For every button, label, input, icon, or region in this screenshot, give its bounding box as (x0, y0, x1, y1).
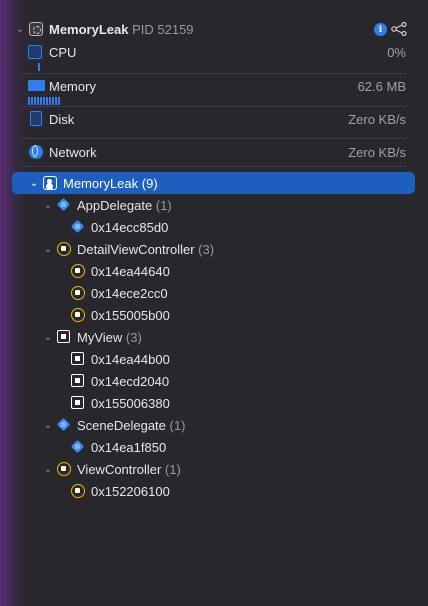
tree-group-label: MyView (3) (77, 330, 142, 345)
tree-root-count: (9) (141, 175, 158, 191)
tree-instance-row[interactable]: 0x14ece2cc0 (0, 282, 428, 304)
tree-group-label: DetailViewController (3) (77, 242, 214, 257)
object-icon (57, 242, 71, 256)
instance-address: 0x14ecd2040 (91, 373, 170, 389)
instance-address: 0x14ea1f850 (91, 439, 167, 455)
swift-class-icon (71, 440, 85, 454)
tree-group-label: ViewController (1) (77, 462, 181, 477)
group-name: AppDelegate (77, 197, 153, 213)
object-icon (71, 286, 85, 300)
network-label: Network (49, 144, 97, 160)
chevron-down-icon[interactable]: ⌄ (15, 24, 25, 35)
tree-group-row[interactable]: ⌄ MyView (3) (0, 326, 428, 348)
instance-address: 0x155005b00 (91, 307, 170, 323)
instance-address: 0x14ecc85d0 (91, 219, 169, 235)
view-icon (57, 330, 70, 343)
tree-root-label: MemoryLeak (9) (63, 176, 158, 191)
tree-instance-row[interactable]: 0x14ea44b00 (0, 348, 428, 370)
chevron-down-icon[interactable]: ⌄ (43, 332, 53, 343)
network-globe-icon (29, 145, 43, 159)
disk-gauge-row[interactable]: Disk Zero KB/s (0, 108, 428, 130)
info-icon[interactable]: i (374, 23, 387, 36)
instance-address: 0x155006380 (91, 395, 170, 411)
chevron-down-icon[interactable]: ⌄ (43, 464, 53, 475)
view-icon (71, 352, 84, 365)
tree-group-label: AppDelegate (1) (77, 198, 172, 213)
view-icon (71, 396, 84, 409)
tree-root-name: MemoryLeak (63, 175, 139, 191)
group-name: ViewController (77, 461, 162, 477)
swift-class-icon (71, 220, 85, 234)
object-icon (71, 264, 85, 278)
disk-value: Zero KB/s (348, 111, 406, 127)
tree-group-label: SceneDelegate (1) (77, 418, 185, 433)
object-icon (57, 462, 71, 476)
memory-label: Memory (49, 78, 96, 94)
object-icon (71, 484, 85, 498)
divider (22, 166, 406, 167)
tree-instance-row[interactable]: 0x152206100 (0, 480, 428, 502)
divider (22, 106, 406, 107)
process-pid: PID 52159 (132, 21, 194, 37)
group-count: (3) (198, 241, 215, 257)
tree-instance-row[interactable]: 0x14ea44640 (0, 260, 428, 282)
swift-class-icon (57, 418, 71, 432)
memory-gauge-row[interactable]: Memory 62.6 MB (0, 75, 428, 97)
group-name: MyView (77, 329, 123, 345)
cpu-label: CPU (49, 44, 77, 60)
cpu-icon (28, 45, 42, 59)
group-name: DetailViewController (77, 241, 195, 257)
object-icon (71, 308, 85, 322)
chevron-down-icon[interactable]: ⌄ (29, 178, 39, 189)
group-name: SceneDelegate (77, 417, 166, 433)
app-icon (29, 22, 43, 36)
network-gauge-row[interactable]: Network Zero KB/s (0, 141, 428, 163)
disk-label: Disk (49, 111, 75, 127)
group-count: (1) (155, 197, 172, 213)
group-count: (1) (164, 461, 181, 477)
tree-root-row[interactable]: ⌄ MemoryLeak (9) (0, 172, 428, 194)
tree-instance-row[interactable]: 0x14ecd2040 (0, 370, 428, 392)
memory-graph-icon[interactable] (391, 22, 407, 36)
chevron-down-icon[interactable]: ⌄ (43, 244, 53, 255)
instance-address: 0x14ece2cc0 (91, 285, 168, 301)
group-count: (3) (125, 329, 142, 345)
tree-group-row[interactable]: ⌄ SceneDelegate (1) (0, 414, 428, 436)
view-icon (71, 374, 84, 387)
process-name: MemoryLeak (49, 21, 129, 37)
tree-instance-row[interactable]: 0x155005b00 (0, 304, 428, 326)
instance-address: 0x14ea44b00 (91, 351, 170, 367)
cpu-gauge-row[interactable]: CPU 0% (0, 41, 428, 63)
group-count: (1) (169, 417, 186, 433)
tree-instance-row[interactable]: 0x14ecc85d0 (0, 216, 428, 238)
chevron-down-icon[interactable]: ⌄ (43, 420, 53, 431)
tree-group-row[interactable]: ⌄ DetailViewController (3) (0, 238, 428, 260)
tree-group-row[interactable]: ⌄ AppDelegate (1) (0, 194, 428, 216)
process-title: MemoryLeak PID 52159 (49, 22, 194, 37)
cpu-usage-bar (38, 63, 41, 71)
process-row[interactable]: ⌄ MemoryLeak PID 52159 i (0, 18, 428, 40)
tree-instance-row[interactable]: 0x155006380 (0, 392, 428, 414)
instance-address: 0x152206100 (91, 483, 170, 499)
divider (22, 138, 406, 139)
tree-group-row[interactable]: ⌄ ViewController (1) (0, 458, 428, 480)
cpu-value: 0% (387, 44, 406, 60)
memory-value: 62.6 MB (357, 78, 406, 94)
memory-usage-bar (28, 97, 60, 105)
disk-icon (30, 111, 42, 126)
swift-class-icon (57, 198, 71, 212)
instance-address: 0x14ea44640 (91, 263, 170, 279)
tree-instance-row[interactable]: 0x14ea1f850 (0, 436, 428, 458)
network-value: Zero KB/s (348, 144, 406, 160)
process-user-icon (43, 176, 57, 190)
memory-icon (28, 80, 45, 91)
chevron-down-icon[interactable]: ⌄ (43, 200, 53, 211)
divider (22, 73, 406, 74)
